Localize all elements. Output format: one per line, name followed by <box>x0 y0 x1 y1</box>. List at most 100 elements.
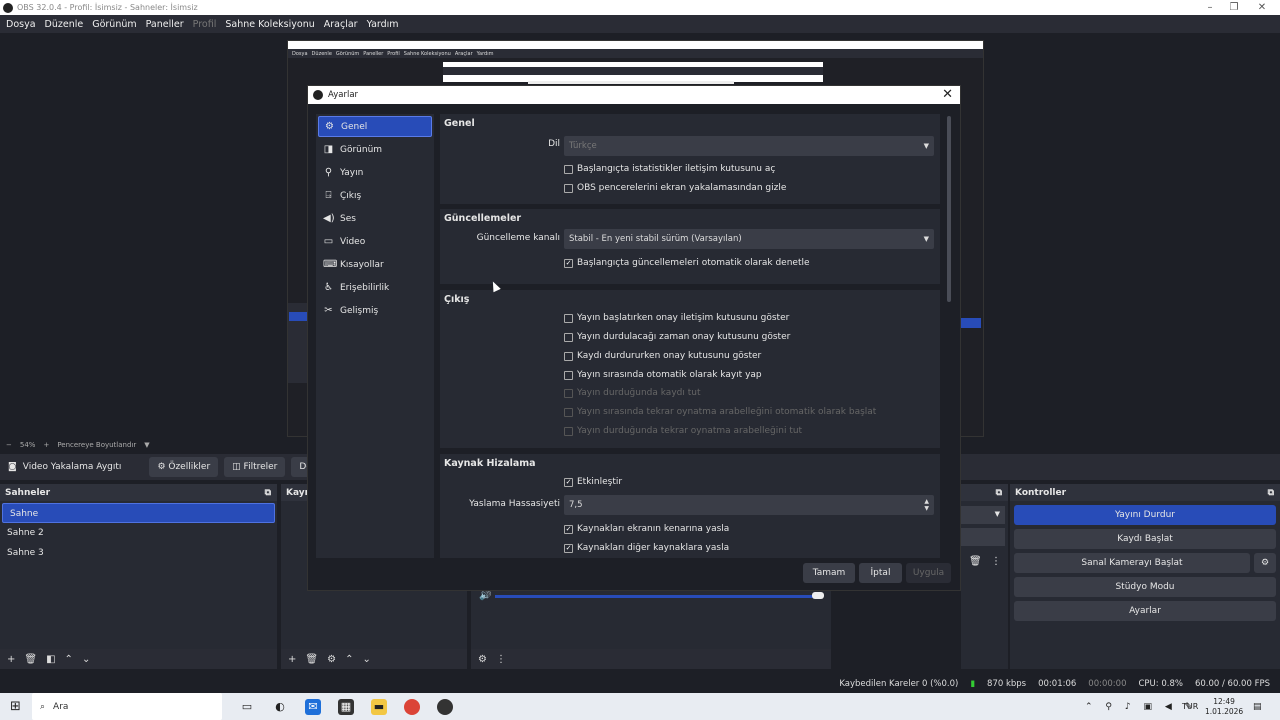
nav-audio[interactable]: ◀) Ses <box>318 208 432 229</box>
zoom-out-button[interactable]: − <box>6 441 12 449</box>
settings-dialog: Ayarlar ✕ ⚙ Genel ◨ Görünüm ⚲ Yayın ⍈ Çıkış … <box>307 85 961 591</box>
store-icon[interactable]: ▦ <box>338 698 354 715</box>
scene-item[interactable]: Sahne 3 <box>0 543 277 563</box>
chevron-down-icon[interactable]: ▼ <box>144 441 149 449</box>
confirm-start-stream-checkbox[interactable]: Yayın başlatırken onay iletişim kutusunu… <box>564 313 789 323</box>
status-bar: Kaybedilen Kareler 0 (%0.0) ▮ 870 kbps 0… <box>0 675 1280 693</box>
move-down-icon[interactable]: ⌄ <box>362 654 370 665</box>
zoom-in-button[interactable]: + <box>43 441 49 449</box>
windows-start-icon[interactable]: ⊞ <box>10 699 21 714</box>
menu-view[interactable]: Görünüm <box>92 19 136 30</box>
bitrate: 870 kbps <box>987 679 1027 689</box>
transition-select[interactable]: ▼ <box>961 506 1005 524</box>
obs-taskbar-icon[interactable] <box>437 698 453 715</box>
nav-stream[interactable]: ⚲ Yayın <box>318 162 432 183</box>
nav-hotkeys[interactable]: ⌨ Kısayollar <box>318 254 432 275</box>
float-dock-icon[interactable]: ⧉ <box>1268 488 1274 498</box>
scene-item[interactable]: Sahne 2 <box>0 523 277 543</box>
taskbar-search[interactable]: ⌕ Ara <box>32 693 222 720</box>
cancel-button[interactable]: İptal <box>859 563 902 583</box>
outlook-icon[interactable]: ✉ <box>305 698 321 715</box>
auto-update-checkbox[interactable]: ✓ Başlangıçta güncellemeleri otomatik ola… <box>564 258 810 268</box>
tray-icons[interactable]: ⌃ ⚲ ♪ ▣ ◀ ✎ <box>1085 702 1197 712</box>
apply-button[interactable]: Uygula <box>906 563 951 583</box>
snap-sensitivity-spinbox[interactable]: 7,5 ▲ ▼ <box>564 495 934 515</box>
snap-screen-edge-checkbox[interactable]: ✓ Kaynakları ekranın kenarına yasla <box>564 524 729 534</box>
folder-icon[interactable]: ▬ <box>371 698 387 715</box>
close-window-icon[interactable]: ✕ <box>1244 0 1280 15</box>
nav-appearance[interactable]: ◨ Görünüm <box>318 139 432 160</box>
menu-scene-collection[interactable]: Sahne Koleksiyonu <box>225 19 314 30</box>
settings-button[interactable]: Ayarlar <box>1014 601 1276 621</box>
filters-button[interactable]: ◫ Filtreler <box>224 457 286 477</box>
float-dock-icon[interactable]: ⧉ <box>996 488 1002 498</box>
mixer-settings-icon[interactable]: ⚙ <box>478 654 487 665</box>
virtual-camera-settings-icon[interactable]: ⚙ <box>1254 553 1276 573</box>
scene-item[interactable]: Sahne <box>2 503 275 523</box>
start-virtual-camera-button[interactable]: Sanal Kamerayı Başlat <box>1014 553 1250 573</box>
obs-logo-icon <box>313 90 323 100</box>
chevron-down-icon: ▼ <box>923 142 929 150</box>
more-icon[interactable]: ⋮ <box>991 556 1001 567</box>
keep-replay-buffer-checkbox[interactable]: Yayın durduğunda tekrar oynatma arabelle… <box>564 426 802 436</box>
signal-icon: ▮ <box>970 679 976 689</box>
duration-spinbox[interactable] <box>961 528 1005 546</box>
speaker-icon[interactable]: 🔊 <box>479 590 491 601</box>
nav-general[interactable]: ⚙ Genel <box>318 116 432 137</box>
app-icon[interactable]: ◐ <box>272 699 288 715</box>
open-stats-checkbox[interactable]: Başlangıçta istatistikler iletişim kutus… <box>564 164 775 174</box>
add-scene-icon[interactable]: + <box>7 654 15 665</box>
stop-stream-button[interactable]: Yayını Durdur <box>1014 505 1276 525</box>
update-channel-select[interactable]: Stabil - En yeni stabil sürüm (Varsayıla… <box>564 229 934 249</box>
menu-help[interactable]: Yardım <box>367 19 399 30</box>
input-language[interactable]: TUR <box>1182 702 1198 711</box>
more-icon[interactable]: ⋮ <box>496 654 506 665</box>
menu-edit[interactable]: Düzenle <box>45 19 84 30</box>
source-settings-icon[interactable]: ⚙ <box>327 654 336 665</box>
task-view-icon[interactable]: ▭ <box>239 699 255 715</box>
volume-handle[interactable] <box>812 592 824 599</box>
trash-icon[interactable]: 🗑 <box>969 556 982 567</box>
menu-file[interactable]: Dosya <box>6 19 36 30</box>
studio-mode-button[interactable]: Stüdyo Modu <box>1014 577 1276 597</box>
remove-scene-icon[interactable]: 🗑 <box>24 654 37 665</box>
dropped-frames: Kaybedilen Kareler 0 (%0.0) <box>839 679 959 689</box>
auto-replay-buffer-checkbox[interactable]: Yayın sırasında tekrar oynatma arabelleğ… <box>564 407 876 417</box>
menu-tools[interactable]: Araçlar <box>324 19 358 30</box>
float-dock-icon[interactable]: ⧉ <box>265 488 271 498</box>
snapping-title: Kaynak Hizalama <box>444 458 536 469</box>
move-up-icon[interactable]: ⌃ <box>65 654 73 665</box>
chrome-icon[interactable] <box>404 698 420 715</box>
hide-obs-checkbox[interactable]: OBS pencerelerini ekran yakalamasından g… <box>564 183 786 193</box>
confirm-stop-stream-checkbox[interactable]: Yayın durdulacağı zaman onay kutusunu gö… <box>564 332 790 342</box>
start-recording-button[interactable]: Kaydı Başlat <box>1014 529 1276 549</box>
clock[interactable]: 12:49 1.01.2026 <box>1205 697 1243 717</box>
snap-sensitivity-label: Yaslama Hassasiyeti <box>469 499 560 509</box>
snap-other-sources-checkbox[interactable]: ✓ Kaynakları diğer kaynaklara yasla <box>564 543 729 553</box>
nav-advanced[interactable]: ✂ Gelişmiş <box>318 300 432 321</box>
nav-video[interactable]: ▭ Video <box>318 231 432 252</box>
close-icon[interactable]: ✕ <box>942 87 953 102</box>
move-up-icon[interactable]: ⌃ <box>345 654 353 665</box>
scene-filter-icon[interactable]: ◧ <box>46 654 55 665</box>
properties-button[interactable]: ⚙ Özellikler <box>149 457 219 477</box>
keep-recording-checkbox[interactable]: Yayın durduğunda kaydı tut <box>564 388 700 398</box>
menu-docks[interactable]: Paneller <box>146 19 184 30</box>
notification-icon[interactable]: ▤ <box>1253 702 1262 712</box>
fit-to-window[interactable]: Pencereye Boyutlandır <box>57 441 136 449</box>
confirm-stop-record-checkbox[interactable]: Kaydı durdururken onay kutusunu göster <box>564 351 761 361</box>
move-down-icon[interactable]: ⌄ <box>82 654 90 665</box>
add-source-icon[interactable]: + <box>288 654 296 665</box>
language-select[interactable]: Türkçe ▼ <box>564 136 934 156</box>
volume-slider[interactable] <box>495 595 821 598</box>
enable-snapping-checkbox[interactable]: ✓ Etkinleştir <box>564 477 622 487</box>
menu-profile[interactable]: Profil <box>193 19 217 30</box>
nav-output[interactable]: ⍈ Çıkış <box>318 185 432 206</box>
dialog-title-bar: Ayarlar ✕ <box>308 86 960 104</box>
ok-button[interactable]: Tamam <box>803 563 855 583</box>
auto-record-checkbox[interactable]: Yayın sırasında otomatik olarak kayıt ya… <box>564 370 762 380</box>
nav-accessibility[interactable]: ♿ Erişebilirlik <box>318 277 432 298</box>
remove-source-icon[interactable]: 🗑 <box>305 654 318 665</box>
content-scrollbar[interactable] <box>946 114 952 558</box>
controls-title: Kontroller <box>1015 487 1067 498</box>
